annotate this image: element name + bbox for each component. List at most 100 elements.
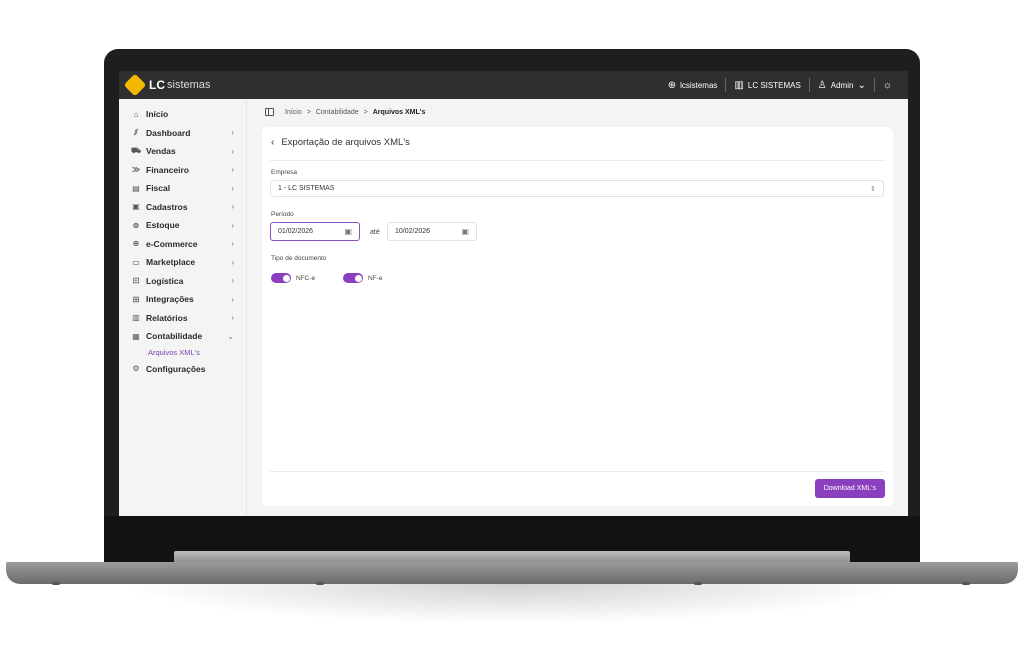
page-title: Exportação de arquivos XML's xyxy=(281,137,410,148)
chevron-right-icon: › xyxy=(231,276,234,286)
gear-icon: ⚙ xyxy=(132,364,140,374)
sidebar-item-label: Financeiro xyxy=(146,164,189,175)
download-xml-button[interactable]: Download XML's xyxy=(814,479,885,498)
brand-suffix: sistemas xyxy=(167,79,211,91)
sidebar-item-label: Marketplace xyxy=(146,257,196,268)
calendar-icon[interactable]: ▣ xyxy=(344,227,352,236)
sidebar-item-contabilidade[interactable]: ▦ Contabilidade ⌄ xyxy=(119,327,246,346)
divider xyxy=(270,160,885,161)
sidebar-item-fiscal[interactable]: ▤ Fiscal › xyxy=(119,179,246,198)
sidebar-item-label: Cadastros xyxy=(146,201,188,212)
laptop-shadow xyxy=(120,584,904,624)
chevron-right-icon: › xyxy=(231,239,234,249)
globe-icon: ⊕ xyxy=(132,239,140,249)
brand-name: LC xyxy=(149,78,165,92)
box-icon: ⊜ xyxy=(132,220,140,230)
empresa-label: Empresa xyxy=(271,169,298,176)
sidebar-item-configuracoes[interactable]: ⚙ Configurações xyxy=(119,360,246,379)
sidebar-item-label: Fiscal xyxy=(146,183,171,194)
select-arrows-icon: ⇕ xyxy=(870,185,876,193)
truck-icon: ⊡ xyxy=(132,276,140,286)
divider xyxy=(270,471,885,472)
user-menu[interactable]: ♙ Admin ⌄ xyxy=(810,80,874,91)
empresa-select[interactable]: 1 - LC SISTEMAS ⇕ xyxy=(270,180,884,197)
sidebar-item-label: Integrações xyxy=(146,294,194,305)
plug-icon: ⊞ xyxy=(132,294,140,304)
laptop-base xyxy=(6,562,1018,584)
globe-icon: ⊕ xyxy=(667,79,677,91)
sidebar-item-vendas[interactable]: ⛟ Vendas › xyxy=(119,142,246,161)
toggle-switch[interactable] xyxy=(343,273,363,283)
laptop-foot xyxy=(52,582,60,585)
breadcrumb: Início > Contabilidade > Arquivos XML's xyxy=(265,108,425,116)
laptop-foot xyxy=(316,582,324,585)
chevron-right-icon: › xyxy=(231,202,234,212)
chart-icon: ⫽ xyxy=(134,127,138,137)
sidebar-item-label: Relatórios xyxy=(146,312,188,323)
main-content: Início > Contabilidade > Arquivos XML's … xyxy=(247,99,908,516)
sidebar-toggle-icon[interactable] xyxy=(265,108,274,116)
date-end-value: 10/02/2026 xyxy=(395,228,431,235)
calculator-icon: ▦ xyxy=(132,331,140,341)
building-icon: ▥ xyxy=(734,79,744,91)
date-end-input[interactable]: 10/02/2026 ▣ xyxy=(387,222,477,241)
sidebar-item-cadastros[interactable]: ▣ Cadastros › xyxy=(119,198,246,217)
breadcrumb-current: Arquivos XML's xyxy=(372,108,426,116)
laptop-foot xyxy=(962,582,970,585)
site-label: lcsistemas xyxy=(680,80,718,90)
sidebar-item-logistica[interactable]: ⊡ Logística › xyxy=(119,272,246,291)
periodo-label: Período xyxy=(271,211,294,218)
home-icon: ⌂ xyxy=(133,109,139,119)
money-icon: ≫ xyxy=(131,165,141,175)
chevron-down-icon: ⌄ xyxy=(227,331,234,341)
sidebar-item-dashboard[interactable]: ⫽ Dashboard › xyxy=(119,124,246,143)
sidebar-item-label: Início xyxy=(146,109,169,120)
sidebar-item-label: Dashboard xyxy=(146,127,191,138)
chevron-right-icon: › xyxy=(231,220,234,230)
sidebar-item-e-commerce[interactable]: ⊕ e-Commerce › xyxy=(119,235,246,254)
toggle-nfce-label: NFC-e xyxy=(296,274,316,282)
toggle-nfe[interactable]: NF-e xyxy=(343,273,382,283)
sidebar-item-label: Vendas xyxy=(146,146,176,157)
back-arrow-icon[interactable]: ‹ xyxy=(271,137,274,148)
sidebar-item-financeiro[interactable]: ≫ Financeiro › xyxy=(119,161,246,180)
sidebar-item-label: Estoque xyxy=(146,220,180,231)
sidebar-item-inicio[interactable]: ⌂ Início xyxy=(119,105,246,124)
empresa-value: 1 - LC SISTEMAS xyxy=(278,185,335,192)
sidebar-item-label: Configurações xyxy=(146,363,206,374)
sidebar-item-relatorios[interactable]: ▥ Relatórios › xyxy=(119,309,246,328)
tipo-documento-label: Tipo de documento xyxy=(271,255,327,262)
breadcrumb-section[interactable]: Contabilidade xyxy=(316,109,359,116)
site-link[interactable]: ⊕ lcsistemas xyxy=(660,80,726,91)
sun-icon: ☼ xyxy=(882,79,892,91)
sidebar-item-marketplace[interactable]: ▭ Marketplace › xyxy=(119,253,246,272)
brand-logo[interactable]: LC sistemas xyxy=(123,73,211,97)
sidebar-item-estoque[interactable]: ⊜ Estoque › xyxy=(119,216,246,235)
cart-icon: ⛟ xyxy=(131,146,142,156)
chevron-right-icon: › xyxy=(231,294,234,304)
sidebar-item-integracoes[interactable]: ⊞ Integrações › xyxy=(119,290,246,309)
breadcrumb-home[interactable]: Início xyxy=(285,109,302,116)
breadcrumb-separator: > xyxy=(363,108,368,116)
toggle-nfe-label: NF-e xyxy=(368,274,383,282)
company-label: LC SISTEMAS xyxy=(747,80,801,90)
receipt-icon: ▤ xyxy=(132,183,140,193)
chevron-right-icon: › xyxy=(231,257,234,267)
laptop-foot xyxy=(694,582,702,585)
company-selector[interactable]: ▥ LC SISTEMAS xyxy=(726,80,808,91)
store-icon: ▭ xyxy=(132,257,140,267)
id-card-icon: ▣ xyxy=(132,202,140,212)
user-label: Admin xyxy=(830,80,854,90)
calendar-icon[interactable]: ▣ xyxy=(461,227,469,236)
chevron-right-icon: › xyxy=(231,183,234,193)
breadcrumb-separator: > xyxy=(306,108,311,116)
date-start-input[interactable]: 01/02/2026 ▣ xyxy=(270,222,360,241)
theme-toggle[interactable]: ☼ xyxy=(875,80,900,91)
logo-mark-icon xyxy=(123,73,147,97)
report-icon: ▥ xyxy=(132,313,140,323)
sidebar: ⌂ Início ⫽ Dashboard › ⛟ Vendas › ≫ Financeiro › ▤ F… xyxy=(119,99,247,516)
top-bar: LC sistemas ⊕ lcsistemas ▥ LC SISTEMAS ♙… xyxy=(119,71,908,99)
sidebar-subitem-arquivos-xml[interactable]: Arquivos XML's xyxy=(119,346,246,360)
toggle-switch[interactable] xyxy=(271,273,291,283)
toggle-nfce[interactable]: NFC-e xyxy=(271,273,315,283)
